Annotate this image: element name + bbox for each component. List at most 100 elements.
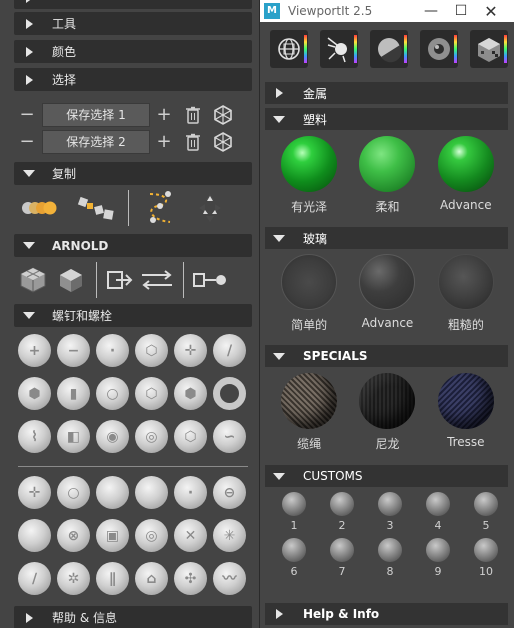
section-header-copy[interactable]: 复制 bbox=[14, 162, 252, 185]
screw-flat-slot-icon[interactable]: / bbox=[213, 334, 246, 367]
window-titlebar[interactable]: M ViewportIt 2.5 — ☐ ✕ bbox=[260, 0, 514, 22]
checker-cube-tool-icon[interactable] bbox=[470, 30, 508, 68]
custom-slot[interactable]: 5 bbox=[462, 492, 510, 532]
section-header-specials[interactable]: SPECIALS bbox=[265, 345, 508, 367]
custom-slot[interactable]: 2 bbox=[318, 492, 366, 532]
flange-nut-icon[interactable]: ⬡ bbox=[174, 420, 207, 453]
custom-slot[interactable]: 3 bbox=[366, 492, 414, 532]
linear-copy-icon[interactable] bbox=[14, 199, 68, 217]
screw-top-icon[interactable]: ∥ bbox=[96, 562, 129, 595]
section-header-plastic[interactable]: 塑料 bbox=[265, 108, 508, 130]
section-header-screws[interactable]: 螺钉和螺栓 bbox=[14, 304, 252, 327]
section-header-glass[interactable]: 玻璃 bbox=[265, 227, 508, 249]
grid-cube-icon[interactable] bbox=[14, 266, 52, 294]
material-simple-glass[interactable]: 简单的 bbox=[270, 254, 348, 333]
material-advance-plastic[interactable]: Advance bbox=[427, 136, 505, 215]
light-tool-icon[interactable] bbox=[320, 30, 358, 68]
screw-top-icon[interactable]: ⊖ bbox=[213, 476, 246, 509]
screw-top-icon[interactable]: ✣ bbox=[174, 562, 207, 595]
saved-selection-button[interactable]: 保存选择 1 bbox=[42, 102, 150, 127]
material-advance-glass[interactable]: Advance bbox=[348, 254, 426, 333]
section-header-tools[interactable]: 工具 bbox=[14, 12, 252, 35]
material-tresse[interactable]: Tresse bbox=[427, 373, 505, 452]
screw-top-icon[interactable]: ⌂ bbox=[135, 562, 168, 595]
custom-slot[interactable]: 10 bbox=[462, 538, 510, 578]
material-nylon[interactable]: 尼龙 bbox=[348, 373, 426, 452]
material-rough-glass[interactable]: 粗糙的 bbox=[427, 254, 505, 333]
wireframe-sphere-tool-icon[interactable] bbox=[270, 30, 308, 68]
screw-top-icon[interactable]: ∕ bbox=[18, 562, 51, 595]
section-header-arnold[interactable]: ARNOLD bbox=[14, 234, 252, 257]
screw-top-icon[interactable]: ✕ bbox=[174, 519, 207, 552]
cube-select-icon[interactable] bbox=[208, 131, 238, 153]
custom-slot[interactable]: 1 bbox=[270, 492, 318, 532]
screw-phillips-icon[interactable]: ✛ bbox=[174, 334, 207, 367]
section-label: 工具 bbox=[52, 17, 77, 31]
hex-bolt-icon[interactable]: ⬢ bbox=[18, 377, 51, 410]
close-button[interactable]: ✕ bbox=[476, 0, 506, 22]
rivet-icon[interactable]: ◉ bbox=[96, 420, 129, 453]
section-header-customs[interactable]: CUSTOMS bbox=[265, 465, 508, 487]
screw-top-icon[interactable]: · bbox=[174, 476, 207, 509]
anchor-bolt-icon[interactable]: ◧ bbox=[57, 420, 90, 453]
screw-top-icon[interactable]: ✛ bbox=[18, 476, 51, 509]
cube-select-icon[interactable] bbox=[208, 104, 238, 126]
custom-slot[interactable]: 9 bbox=[414, 538, 462, 578]
maximize-button[interactable]: ☐ bbox=[446, 0, 476, 22]
saved-selection-button[interactable]: 保存选择 2 bbox=[42, 129, 150, 154]
section-header-select[interactable]: 选择 bbox=[14, 68, 252, 91]
spacer-icon[interactable]: ◎ bbox=[135, 420, 168, 453]
custom-slot-number: 8 bbox=[386, 565, 394, 578]
screw-top-icon[interactable]: ▣ bbox=[96, 519, 129, 552]
custom-slot[interactable]: 4 bbox=[414, 492, 462, 532]
screw-top-icon[interactable]: ○ bbox=[57, 476, 90, 509]
screw-top-icon[interactable]: ✳ bbox=[213, 519, 246, 552]
screw-top-icon[interactable]: ◎ bbox=[135, 519, 168, 552]
material-glossy-plastic[interactable]: 有光泽 bbox=[270, 136, 348, 215]
screw-top-icon[interactable]: 〰 bbox=[213, 562, 246, 595]
screw-top-icon[interactable] bbox=[18, 519, 51, 552]
screw-top-icon[interactable]: ⊗ bbox=[57, 519, 90, 552]
shaded-sphere-tool-icon[interactable] bbox=[370, 30, 408, 68]
connect-node-icon[interactable] bbox=[190, 270, 230, 290]
washer-icon[interactable] bbox=[213, 377, 246, 410]
radial-copy-icon[interactable] bbox=[185, 190, 235, 226]
cap-nut-icon[interactable]: ⬢ bbox=[174, 377, 207, 410]
scatter-copy-icon[interactable] bbox=[68, 193, 122, 223]
material-cable[interactable]: 缆绳 bbox=[270, 373, 348, 452]
export-icon[interactable] bbox=[103, 269, 137, 291]
nut-icon[interactable]: ○ bbox=[96, 377, 129, 410]
trash-icon[interactable] bbox=[178, 106, 208, 124]
socket-nut-icon[interactable]: ⬡ bbox=[135, 377, 168, 410]
custom-slot[interactable]: 6 bbox=[270, 538, 318, 578]
trash-icon[interactable] bbox=[178, 133, 208, 151]
screw-top-icon[interactable]: ✲ bbox=[57, 562, 90, 595]
minimize-button[interactable]: — bbox=[416, 0, 446, 22]
screw-top-icon[interactable] bbox=[135, 476, 168, 509]
cube-icon[interactable] bbox=[52, 267, 90, 293]
screw-head-icon[interactable]: + bbox=[18, 334, 51, 367]
screw-dome-icon[interactable]: · bbox=[96, 334, 129, 367]
add-selection-button[interactable]: + bbox=[150, 131, 178, 152]
material-soft-plastic[interactable]: 柔和 bbox=[348, 136, 426, 215]
left-panel: 工具 颜色 选择 − 保存选择 1 + − 保存选择 2 + 复制 ARNOLD… bbox=[0, 0, 259, 628]
section-header-colors[interactable]: 颜色 bbox=[14, 40, 252, 63]
custom-slot[interactable]: 8 bbox=[366, 538, 414, 578]
screw-slot-icon[interactable]: − bbox=[57, 334, 90, 367]
bolt-side-icon[interactable]: ▮ bbox=[57, 377, 90, 410]
add-selection-button[interactable]: + bbox=[150, 104, 178, 125]
clamp-icon[interactable]: ∽ bbox=[213, 420, 246, 453]
wing-nut-icon[interactable]: ⌇ bbox=[18, 420, 51, 453]
remove-selection-button[interactable]: − bbox=[14, 104, 40, 125]
screw-hex-socket-icon[interactable]: ⬡ bbox=[135, 334, 168, 367]
screw-top-icon[interactable] bbox=[96, 476, 129, 509]
curve-copy-icon[interactable] bbox=[135, 190, 185, 226]
custom-slot[interactable]: 7 bbox=[318, 538, 366, 578]
section-header-metal[interactable]: 金属 bbox=[265, 82, 508, 104]
material-sphere-tool-icon[interactable] bbox=[420, 30, 458, 68]
section-header-top[interactable] bbox=[14, 0, 252, 9]
section-header-help[interactable]: 帮助 & 信息 bbox=[14, 606, 252, 628]
section-header-help-info[interactable]: Help & Info bbox=[265, 603, 508, 625]
swap-arrows-icon[interactable] bbox=[137, 269, 177, 291]
remove-selection-button[interactable]: − bbox=[14, 131, 40, 152]
